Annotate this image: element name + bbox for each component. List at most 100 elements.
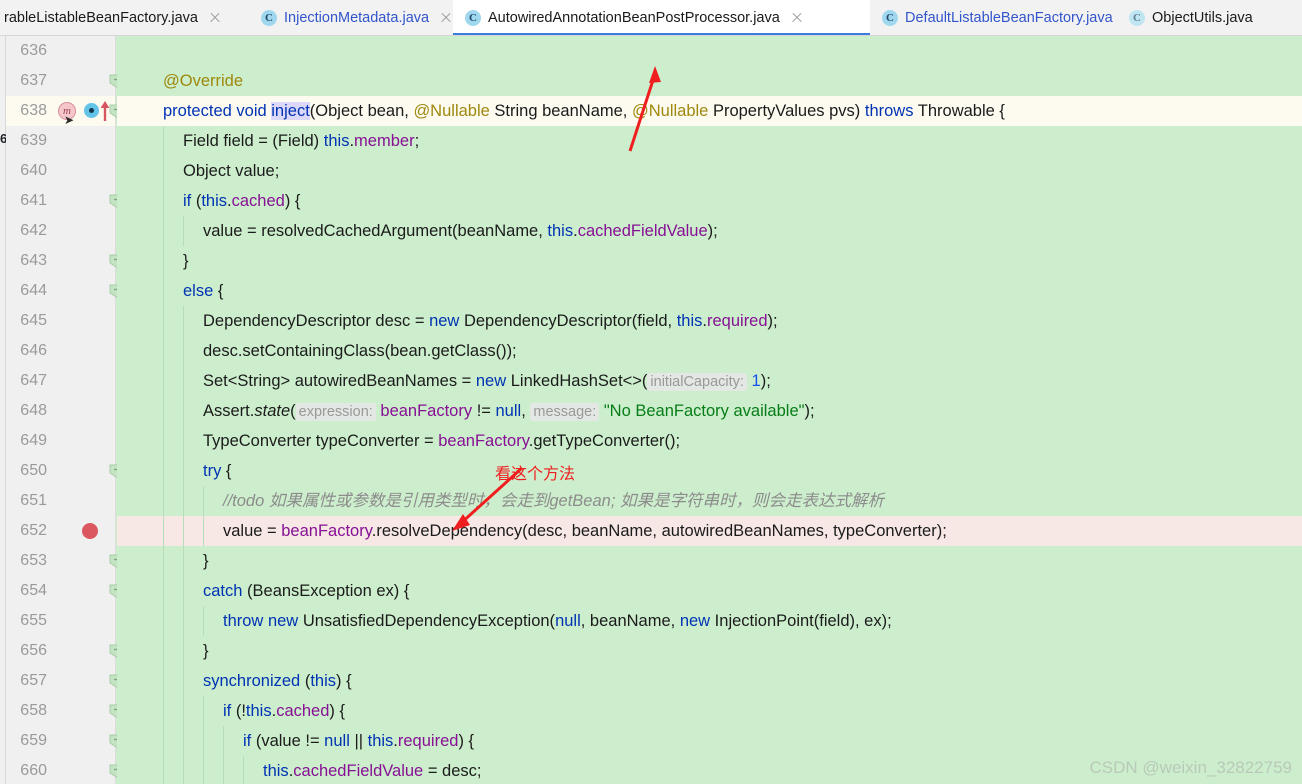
- gutter-row[interactable]: 651: [6, 486, 115, 516]
- gutter-row[interactable]: 648: [6, 396, 115, 426]
- code-token: value =: [223, 522, 282, 540]
- code-line-text: try {: [117, 456, 231, 486]
- code-token: PropertyValues pvs): [708, 102, 865, 120]
- gutter-row[interactable]: 657: [6, 666, 127, 696]
- gutter-row[interactable]: 640: [6, 156, 115, 186]
- gutter-row[interactable]: 644: [6, 276, 127, 306]
- code-token: this: [367, 732, 394, 750]
- code-token: new: [475, 372, 507, 390]
- code-token: protected: [163, 102, 232, 120]
- code-token: DependencyDescriptor desc =: [203, 312, 430, 330]
- code-line[interactable]: }: [117, 636, 1302, 666]
- code-line[interactable]: value = beanFactory.resolveDependency(de…: [117, 516, 1302, 546]
- gutter-row[interactable]: 636: [6, 36, 115, 66]
- gutter-row[interactable]: 642: [6, 216, 115, 246]
- breakpoint-icon[interactable]: [82, 523, 98, 539]
- editor-tab-2[interactable]: C AutowiredAnnotationBeanPostProcessor.ja…: [453, 0, 870, 35]
- implemented-method-marker-icon[interactable]: [84, 103, 99, 118]
- gutter-row[interactable]: 660: [6, 756, 127, 784]
- editor-tab-bar: rableListableBeanFactory.java C InjectionM…: [0, 0, 1302, 36]
- code-token: throw: [223, 612, 264, 630]
- line-number: 653: [20, 552, 47, 569]
- tab-close-icon[interactable]: [439, 11, 453, 25]
- gutter-row[interactable]: 655: [6, 606, 115, 636]
- code-line-text: else {: [117, 276, 223, 306]
- editor-tab-1[interactable]: C InjectionMetadata.java: [249, 0, 453, 35]
- code-line[interactable]: desc.setContainingClass(bean.getClass())…: [117, 336, 1302, 366]
- code-content[interactable]: @Override protected void inject(Object be…: [117, 36, 1302, 784]
- gutter-row[interactable]: 647: [6, 366, 115, 396]
- line-number: 637: [20, 72, 47, 89]
- code-line[interactable]: TypeConverter typeConverter = beanFactor…: [117, 426, 1302, 456]
- code-token: );: [707, 222, 718, 240]
- tab-close-icon[interactable]: [208, 11, 222, 25]
- editor-tab-4[interactable]: C ObjectUtils.java: [1117, 0, 1302, 35]
- code-token: !=: [472, 402, 496, 420]
- code-token: ||: [349, 732, 368, 750]
- gutter-row[interactable]: 638 m ➤: [6, 96, 127, 126]
- gutter-row[interactable]: 653: [6, 546, 127, 576]
- gutter-row[interactable]: 643: [6, 246, 127, 276]
- gutter-row[interactable]: 639: [6, 126, 115, 156]
- gutter-row[interactable]: 646: [6, 336, 115, 366]
- gutter-row[interactable]: 656: [6, 636, 127, 666]
- code-line[interactable]: Field field = (Field) this.member;: [117, 126, 1302, 156]
- code-token: if: [243, 732, 252, 750]
- code-token: );: [760, 372, 771, 390]
- gutter-row[interactable]: 650: [6, 456, 127, 486]
- code-line[interactable]: }: [117, 546, 1302, 576]
- code-token: null: [324, 732, 350, 750]
- code-line-text: Assert.state(expression: beanFactory != …: [117, 396, 815, 427]
- code-line[interactable]: Object value;: [117, 156, 1302, 186]
- editor-gutter[interactable]: 636 637 638 m ➤ 639 640 641 642 643 644 645 646 647 64…: [6, 36, 127, 784]
- code-line[interactable]: }: [117, 246, 1302, 276]
- code-line[interactable]: synchronized (this) {: [117, 666, 1302, 696]
- code-line[interactable]: try {: [117, 456, 1302, 486]
- gutter-row[interactable]: 637: [6, 66, 127, 96]
- gutter-row[interactable]: 659: [6, 726, 127, 756]
- line-number: 659: [20, 732, 47, 749]
- editor-tab-label: rableListableBeanFactory.java: [4, 9, 198, 26]
- code-line[interactable]: Assert.state(expression: beanFactory != …: [117, 396, 1302, 426]
- code-line[interactable]: Set<String> autowiredBeanNames = new Lin…: [117, 366, 1302, 396]
- gutter-row[interactable]: 649: [6, 426, 115, 456]
- code-token: (BeansException ex) {: [242, 582, 410, 600]
- code-line[interactable]: else {: [117, 276, 1302, 306]
- gutter-row[interactable]: 658: [6, 696, 127, 726]
- code-token: UnsatisfiedDependencyException(: [298, 612, 556, 630]
- code-line[interactable]: DependencyDescriptor desc = new Dependen…: [117, 306, 1302, 336]
- code-line[interactable]: throw new UnsatisfiedDependencyException…: [117, 606, 1302, 636]
- code-line[interactable]: [117, 36, 1302, 66]
- code-line[interactable]: //todo 如果属性或参数是引用类型时，会走到getBean; 如果是字符串时…: [117, 486, 1302, 516]
- editor-tab-3[interactable]: C DefaultListableBeanFactory.java: [870, 0, 1117, 35]
- gutter-row[interactable]: 652: [6, 516, 115, 546]
- code-line[interactable]: catch (BeansException ex) {: [117, 576, 1302, 606]
- code-line-text: value = beanFactory.resolveDependency(de…: [117, 516, 947, 546]
- code-token: new: [267, 612, 299, 630]
- code-token: synchronized: [203, 672, 301, 690]
- code-line[interactable]: if (value != null || this.required) {: [117, 726, 1302, 756]
- line-number: 652: [20, 522, 47, 539]
- gutter-row[interactable]: 645: [6, 306, 115, 336]
- code-line[interactable]: if (!this.cached) {: [117, 696, 1302, 726]
- code-token: (Object bean,: [309, 102, 414, 120]
- line-number: 642: [20, 222, 47, 239]
- code-token: required: [707, 312, 768, 330]
- gutter-row[interactable]: 641: [6, 186, 127, 216]
- code-line[interactable]: if (this.cached) {: [117, 186, 1302, 216]
- editor-tab-0[interactable]: rableListableBeanFactory.java: [0, 0, 249, 35]
- line-number: 658: [20, 702, 47, 719]
- code-token: ) {: [329, 702, 346, 720]
- java-class-icon: C: [261, 10, 277, 26]
- gutter-row[interactable]: 654: [6, 576, 127, 606]
- code-token: (value !=: [251, 732, 325, 750]
- code-token: member: [354, 132, 415, 150]
- code-line[interactable]: value = resolvedCachedArgument(beanName,…: [117, 216, 1302, 246]
- navigate-up-arrow-icon[interactable]: [100, 100, 110, 121]
- code-line[interactable]: @Override: [117, 66, 1302, 96]
- code-token: beanFactory: [438, 432, 529, 450]
- tab-close-icon[interactable]: [790, 11, 804, 25]
- code-line-text: Set<String> autowiredBeanNames = new Lin…: [117, 366, 771, 397]
- code-line-text: @Override: [117, 66, 243, 96]
- code-line[interactable]: protected void inject(Object bean, @Null…: [117, 96, 1302, 126]
